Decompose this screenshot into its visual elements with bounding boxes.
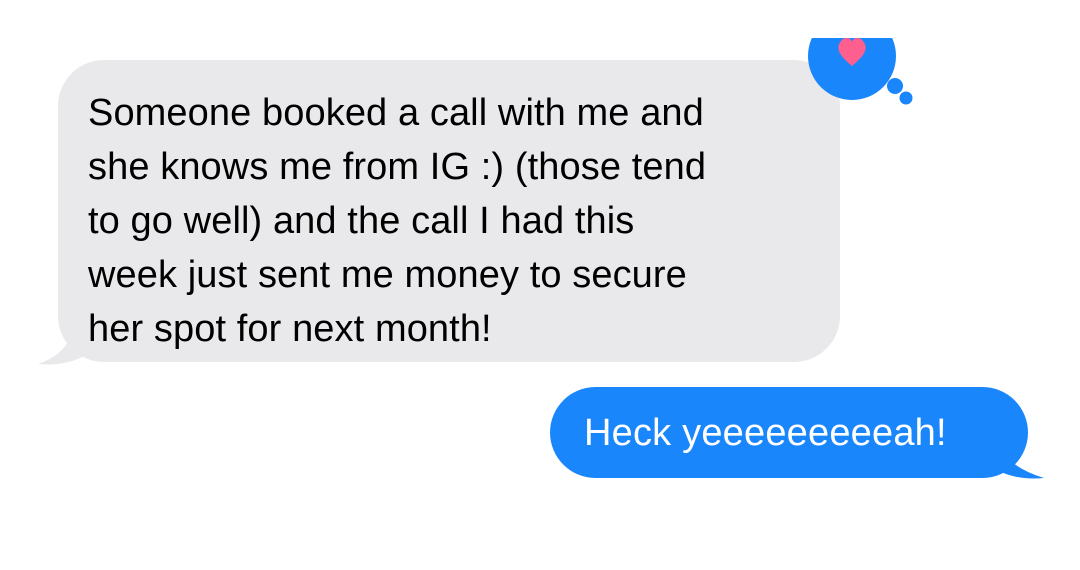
sent-message-text: Heck yeeeeeeeeeah! [584,411,947,454]
message-thread: Someone booked a call with me and she kn… [0,0,1080,570]
sent-message-bubble[interactable]: Heck yeeeeeeeeeah! [550,387,1028,478]
heart-reaction-icon[interactable] [800,38,920,108]
received-message-bubble[interactable]: Someone booked a call with me and she kn… [58,60,840,362]
received-message-text: Someone booked a call with me and she kn… [88,92,707,350]
